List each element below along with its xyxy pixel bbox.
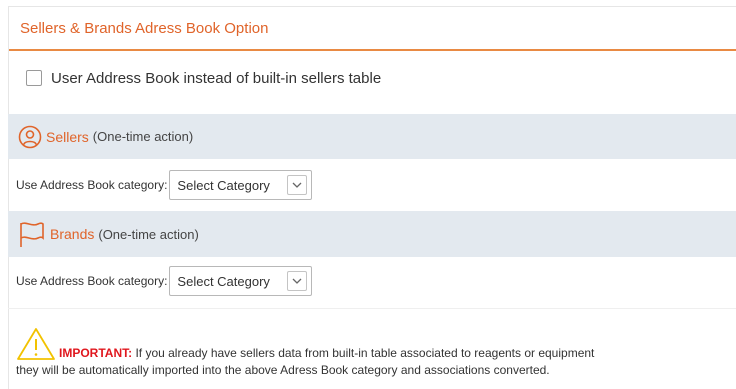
brands-category-select[interactable]: Select Category	[169, 266, 313, 296]
sellers-category-select[interactable]: Select Category	[169, 170, 313, 200]
brands-note: (One-time action)	[98, 226, 199, 242]
brands-category-value[interactable]: Select Category	[170, 274, 287, 289]
brands-category-row: Use Address Book category: Select Catego…	[16, 266, 313, 296]
chevron-down-icon[interactable]	[287, 271, 308, 291]
user-circle-icon	[18, 125, 42, 148]
chevron-down-icon[interactable]	[287, 175, 308, 195]
panel-header: Sellers & Brands Adress Book Option	[9, 7, 736, 51]
notice-text-1: If you already have sellers data from bu…	[135, 346, 595, 360]
brands-title: Brands	[50, 226, 95, 242]
address-book-checkbox-label[interactable]: User Address Book instead of built-in se…	[51, 70, 381, 87]
notice-line-1: IMPORTANT: If you already have sellers d…	[59, 345, 594, 362]
address-book-checkbox[interactable]	[26, 70, 42, 86]
address-book-option-row[interactable]: User Address Book instead of built-in se…	[9, 51, 736, 105]
warning-triangle-icon	[17, 328, 55, 360]
brands-section-header: Brands (One-time action)	[8, 211, 736, 257]
panel-title: Sellers & Brands Adress Book Option	[20, 19, 269, 37]
sellers-title: Sellers	[46, 128, 89, 145]
sellers-section-header: Sellers (One-time action)	[8, 114, 736, 159]
sellers-category-label: Use Address Book category:	[16, 178, 168, 192]
notice-line-2: they will be automatically imported into…	[16, 363, 550, 377]
sellers-category-row: Use Address Book category: Select Catego…	[16, 170, 313, 200]
sellers-note: (One-time action)	[92, 129, 194, 144]
flag-icon	[20, 222, 44, 247]
sellers-category-value[interactable]: Select Category	[170, 178, 287, 193]
important-label: IMPORTANT:	[59, 346, 133, 360]
brands-category-label: Use Address Book category:	[16, 274, 168, 288]
divider	[8, 308, 736, 309]
